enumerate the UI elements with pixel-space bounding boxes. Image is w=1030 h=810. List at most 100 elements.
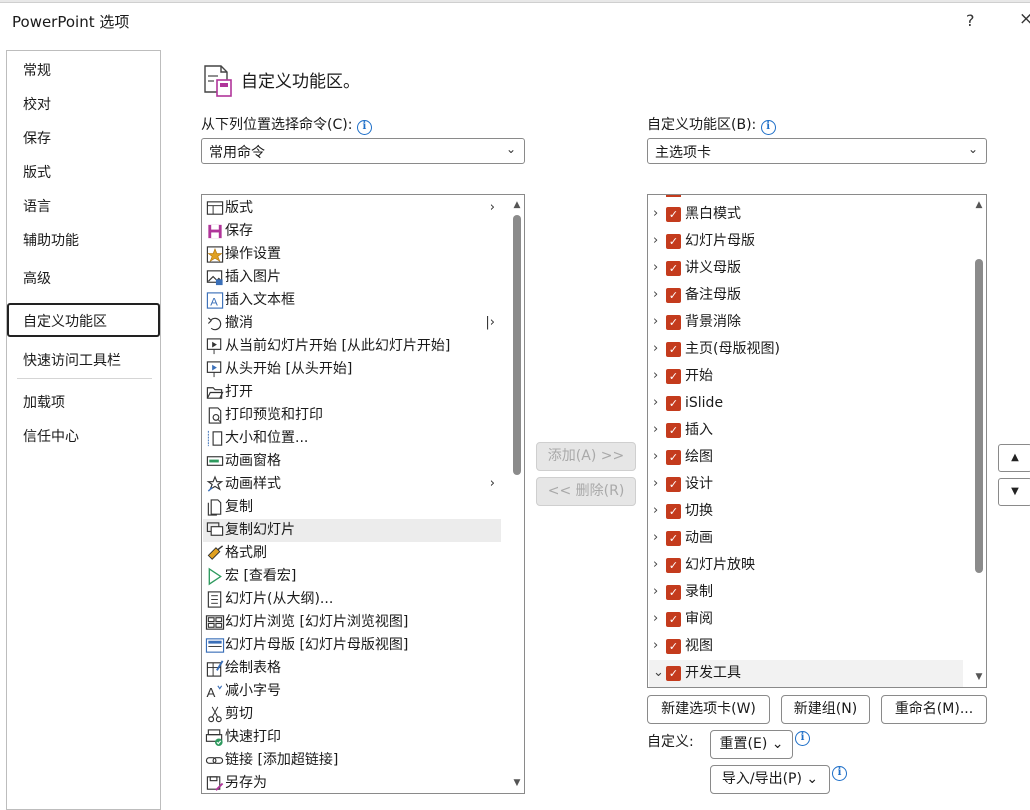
ribbon-tab-item[interactable]: › ✓ 背景消除 bbox=[649, 309, 963, 336]
scroll-down-icon[interactable]: ▼ bbox=[973, 671, 985, 683]
collapse-chevron-icon[interactable]: ⌄ bbox=[653, 660, 664, 686]
ribbon-tab-item[interactable]: › ✓ 开始 bbox=[649, 363, 963, 390]
ribbon-tab-item[interactable]: › ✓ 黑白模式 bbox=[649, 201, 963, 228]
ribbon-tab-item[interactable]: › ✓ 设计 bbox=[649, 471, 963, 498]
command-item[interactable]: 复制 bbox=[203, 496, 501, 519]
expand-chevron-icon[interactable]: › bbox=[653, 552, 658, 578]
ribbon-scroll-thumb[interactable] bbox=[975, 259, 983, 573]
command-item[interactable]: 幻灯片浏览 [幻灯片浏览视图] bbox=[203, 611, 501, 634]
command-item[interactable]: 幻灯片(从大纲)... bbox=[203, 588, 501, 611]
move-up-button[interactable]: ▲ bbox=[998, 444, 1030, 472]
command-item[interactable]: 版式 › bbox=[203, 197, 501, 220]
command-item[interactable]: 插入图片 bbox=[203, 266, 501, 289]
ribbon-scrollbar[interactable]: ▲ ▼ bbox=[973, 195, 985, 687]
tab-checkbox[interactable]: ✓ bbox=[666, 558, 681, 573]
close-button[interactable]: × bbox=[1019, 9, 1030, 29]
import-export-button[interactable]: 导入/导出(P) ⌄ bbox=[710, 765, 830, 794]
reset-button[interactable]: 重置(E) ⌄ bbox=[710, 730, 793, 759]
expand-chevron-icon[interactable]: › bbox=[653, 201, 658, 227]
command-item[interactable]: 快速打印 bbox=[203, 726, 501, 749]
tab-checkbox[interactable]: ✓ bbox=[666, 207, 681, 222]
expand-chevron-icon[interactable]: › bbox=[653, 309, 658, 335]
tab-checkbox[interactable]: ✓ bbox=[666, 585, 681, 600]
ribbon-tab-item[interactable]: › ✓ 幻灯片放映 bbox=[649, 552, 963, 579]
tab-checkbox[interactable]: ✓ bbox=[666, 612, 681, 627]
tab-checkbox[interactable]: ✓ bbox=[666, 450, 681, 465]
ribbon-tab-item[interactable]: › ✓ 切换 bbox=[649, 498, 963, 525]
ribbon-tab-item[interactable]: › ✓ 视图 bbox=[649, 633, 963, 660]
nav-item-add-ins[interactable]: 加载项 bbox=[23, 392, 65, 412]
tab-checkbox[interactable]: ✓ bbox=[666, 342, 681, 357]
nav-item-advanced[interactable]: 高级 bbox=[23, 268, 51, 288]
expand-chevron-icon[interactable]: › bbox=[653, 633, 658, 659]
command-item[interactable]: A 减小字号 bbox=[203, 680, 501, 703]
tab-checkbox[interactable]: ✓ bbox=[666, 396, 681, 411]
command-item[interactable]: 从头开始 [从头开始] bbox=[203, 358, 501, 381]
info-icon[interactable]: i bbox=[795, 731, 810, 746]
expand-chevron-icon[interactable]: › bbox=[653, 498, 658, 524]
ribbon-tab-item[interactable]: › ✓ iSlide bbox=[649, 390, 963, 417]
command-item[interactable]: 打开 bbox=[203, 381, 501, 404]
tab-checkbox[interactable]: ✓ bbox=[666, 666, 681, 681]
expand-chevron-icon[interactable]: › bbox=[653, 228, 658, 254]
expand-chevron-icon[interactable]: › bbox=[653, 606, 658, 632]
ribbon-tree[interactable]: ⌄ ✓ 开发工具 › ✓ 视图 › ✓ 审阅 › ✓ 录制 › ✓ 幻灯片放映 › ✓ 动画 › ✓ 切换 › ✓ 设计 › ✓ 绘… bbox=[647, 194, 987, 688]
nav-item-customize-ribbon[interactable]: 自定义功能区 bbox=[23, 311, 107, 331]
add-button[interactable]: 添加(A) >> bbox=[536, 442, 636, 471]
commands-list[interactable]: 另存为 链接 [添加超链接] 快速打印 剪切 A 减小字号 绘制表格 幻灯片母版 [幻灯片母版… bbox=[201, 194, 525, 794]
move-down-button[interactable]: ▼ bbox=[998, 478, 1030, 506]
command-item[interactable]: 操作设置 bbox=[203, 243, 501, 266]
expand-chevron-icon[interactable]: › bbox=[653, 336, 658, 362]
command-item[interactable]: 宏 [查看宏] bbox=[203, 565, 501, 588]
command-item[interactable]: 动画窗格 bbox=[203, 450, 501, 473]
ribbon-tab-item[interactable]: › ✓ 绘图 bbox=[649, 444, 963, 471]
scroll-down-icon[interactable]: ▼ bbox=[511, 777, 523, 789]
nav-item-layout[interactable]: 版式 bbox=[23, 162, 51, 182]
tab-checkbox[interactable]: ✓ bbox=[666, 261, 681, 276]
ribbon-tab-item[interactable]: › ✓ 幻灯片母版 bbox=[649, 228, 963, 255]
tab-checkbox[interactable]: ✓ bbox=[666, 315, 681, 330]
tab-checkbox[interactable]: ✓ bbox=[666, 234, 681, 249]
tab-checkbox[interactable]: ✓ bbox=[666, 504, 681, 519]
command-item[interactable]: 复制幻灯片 bbox=[203, 519, 501, 542]
command-item[interactable]: 幻灯片母版 [幻灯片母版视图] bbox=[203, 634, 501, 657]
command-item[interactable]: 格式刷 bbox=[203, 542, 501, 565]
tab-checkbox[interactable]: ✓ bbox=[666, 369, 681, 384]
expand-chevron-icon[interactable]: › bbox=[653, 444, 658, 470]
choose-commands-select[interactable]: 常用命令 ⌄ bbox=[201, 138, 525, 164]
tab-checkbox[interactable]: ✓ bbox=[666, 477, 681, 492]
ribbon-tab-item[interactable]: › ✓ 主页(母版视图) bbox=[649, 336, 963, 363]
info-icon[interactable]: i bbox=[832, 766, 847, 781]
expand-chevron-icon[interactable]: › bbox=[653, 363, 658, 389]
command-item[interactable]: 绘制表格 bbox=[203, 657, 501, 680]
tab-checkbox[interactable]: ✓ bbox=[666, 639, 681, 654]
expand-chevron-icon[interactable]: › bbox=[653, 525, 658, 551]
ribbon-tab-item[interactable]: › ✓ 讲义母版 bbox=[649, 255, 963, 282]
nav-item-language[interactable]: 语言 bbox=[23, 196, 51, 216]
ribbon-tab-item[interactable]: › ✓ 备注母版 bbox=[649, 282, 963, 309]
expand-chevron-icon[interactable]: › bbox=[653, 417, 658, 443]
ribbon-tab-item[interactable]: › ✓ 插入 bbox=[649, 417, 963, 444]
new-tab-button[interactable]: 新建选项卡(W) bbox=[647, 695, 770, 724]
command-item[interactable]: 大小和位置... bbox=[203, 427, 501, 450]
command-item[interactable]: 保存 bbox=[203, 220, 501, 243]
tab-checkbox[interactable]: ✓ bbox=[666, 423, 681, 438]
scroll-up-icon[interactable]: ▲ bbox=[511, 199, 523, 211]
tab-checkbox[interactable]: ✓ bbox=[666, 288, 681, 303]
ribbon-tab-item[interactable]: › ✓ 录制 bbox=[649, 579, 963, 606]
command-item[interactable]: 链接 [添加超链接] bbox=[203, 749, 501, 772]
command-item[interactable]: 动画样式 › bbox=[203, 473, 501, 496]
expand-chevron-icon[interactable]: › bbox=[653, 471, 658, 497]
command-item[interactable]: 另存为 bbox=[203, 772, 501, 793]
ribbon-tab-item[interactable]: › ✓ 审阅 bbox=[649, 606, 963, 633]
command-item[interactable]: 剪切 bbox=[203, 703, 501, 726]
nav-item-accessibility[interactable]: 辅助功能 bbox=[23, 230, 79, 250]
nav-item-proofing[interactable]: 校对 bbox=[23, 94, 51, 114]
command-item[interactable]: 打印预览和打印 bbox=[203, 404, 501, 427]
tab-checkbox[interactable]: ✓ bbox=[666, 531, 681, 546]
remove-button[interactable]: << 删除(R) bbox=[536, 477, 636, 506]
nav-item-quick-access-toolbar[interactable]: 快速访问工具栏 bbox=[23, 350, 121, 370]
expand-chevron-icon[interactable]: › bbox=[653, 579, 658, 605]
command-item[interactable]: A 插入文本框 bbox=[203, 289, 501, 312]
command-item[interactable]: 撤消 |› bbox=[203, 312, 501, 335]
